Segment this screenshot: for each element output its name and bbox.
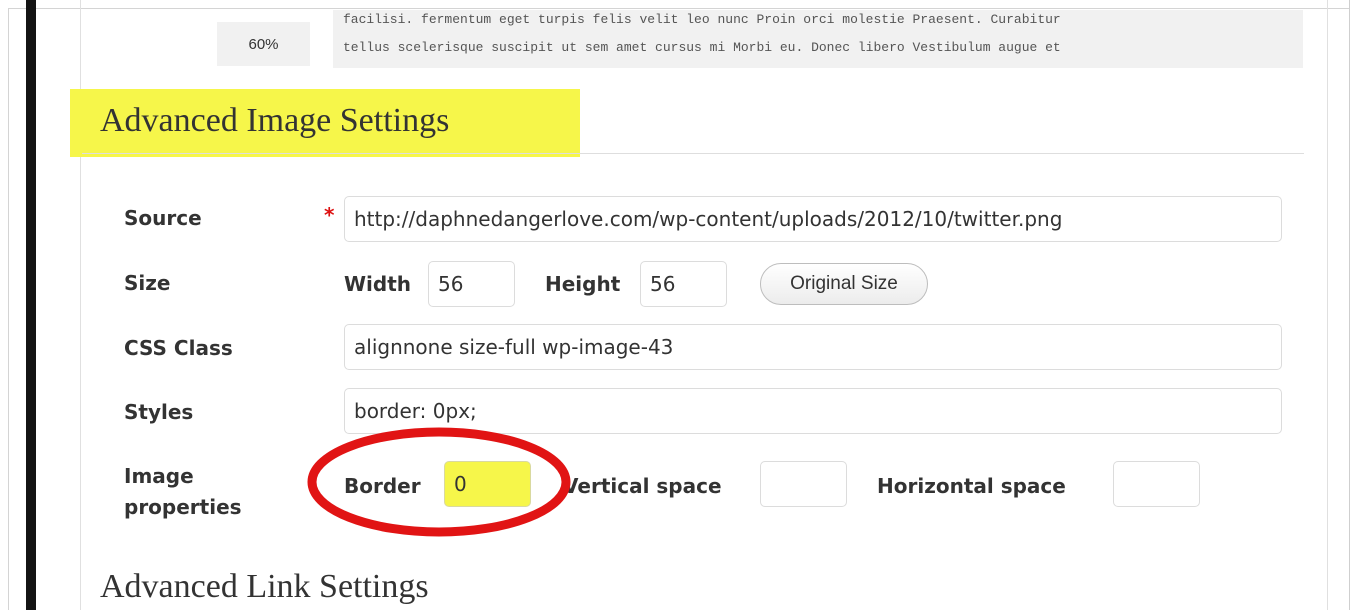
border-label: Border <box>344 474 421 498</box>
source-label: Source <box>124 206 202 230</box>
border-input[interactable]: 0 <box>444 461 531 507</box>
width-label: Width <box>344 272 412 296</box>
advanced-link-settings-heading: Advanced Link Settings <box>100 568 429 605</box>
css-class-input[interactable]: alignnone size-full wp-image-43 <box>344 324 1282 370</box>
advanced-image-settings-heading: Advanced Image Settings <box>100 102 450 139</box>
vertical-space-input[interactable] <box>760 461 847 507</box>
source-url-input[interactable]: http://daphnedangerlove.com/wp-content/u… <box>344 196 1282 242</box>
image-properties-label-line2: properties <box>124 495 242 519</box>
styles-input[interactable]: border: 0px; <box>344 388 1282 434</box>
window-frame-left <box>8 8 9 610</box>
height-label: Height <box>545 272 621 296</box>
styles-label: Styles <box>124 400 194 424</box>
image-properties-label-line1: Image <box>124 464 194 488</box>
size-label: Size <box>124 271 171 295</box>
horizontal-space-label: Horizontal space <box>877 474 1066 498</box>
preview-line-2: tellus scelerisque suscipit ut sem amet … <box>343 40 1061 55</box>
css-class-label: CSS Class <box>124 336 233 360</box>
heading-divider <box>82 153 1304 154</box>
window-frame-right <box>1349 0 1350 610</box>
window-frame-top <box>8 8 1350 9</box>
preview-line-1: facilisi. fermentum eget turpis felis ve… <box>343 12 1061 27</box>
original-size-button[interactable]: Original Size <box>760 263 928 305</box>
required-marker: * <box>324 203 335 227</box>
width-input[interactable]: 56 <box>428 261 515 307</box>
horizontal-space-input[interactable] <box>1113 461 1200 507</box>
window-frame-bar <box>26 0 36 610</box>
panel-right-border <box>1327 0 1328 610</box>
preview-zoom-percent: 60% <box>217 22 310 66</box>
image-preview-text: facilisi. fermentum eget turpis felis ve… <box>333 10 1303 68</box>
height-input[interactable]: 56 <box>640 261 727 307</box>
vertical-space-label: Vertical space <box>563 474 722 498</box>
